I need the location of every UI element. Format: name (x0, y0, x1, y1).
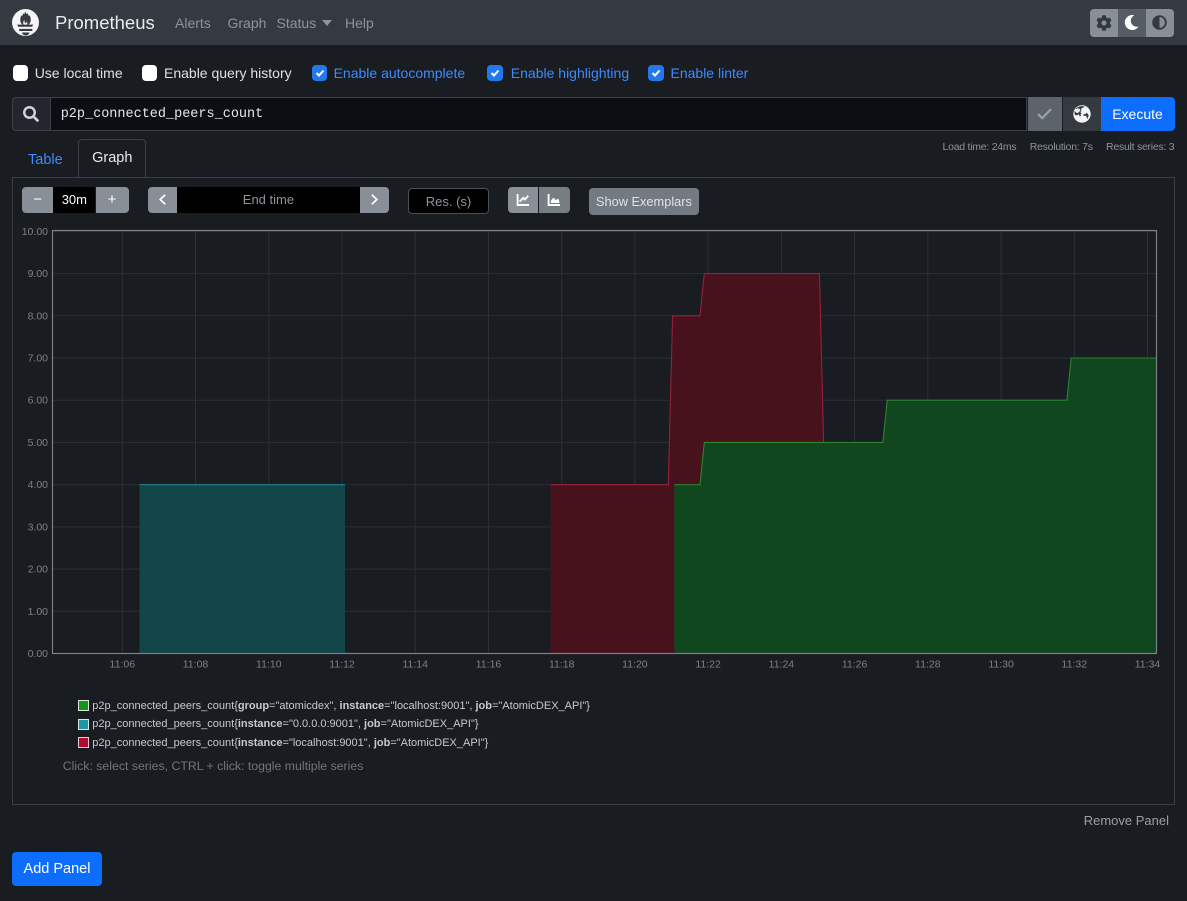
svg-text:5.00: 5.00 (28, 437, 49, 449)
svg-text:11:16: 11:16 (476, 659, 502, 671)
svg-text:11:14: 11:14 (402, 659, 428, 671)
svg-text:11:24: 11:24 (769, 659, 795, 671)
svg-text:11:06: 11:06 (110, 659, 136, 671)
svg-text:4.00: 4.00 (28, 479, 49, 491)
svg-text:11:10: 11:10 (256, 659, 282, 671)
svg-text:9.00: 9.00 (28, 268, 49, 280)
svg-text:0.00: 0.00 (28, 648, 49, 660)
svg-text:11:26: 11:26 (842, 659, 868, 671)
svg-text:11:20: 11:20 (622, 659, 648, 671)
svg-text:1.00: 1.00 (28, 606, 49, 618)
svg-text:11:18: 11:18 (549, 659, 575, 671)
svg-text:10.00: 10.00 (22, 226, 48, 238)
svg-text:11:30: 11:30 (988, 659, 1014, 671)
svg-text:7.00: 7.00 (28, 353, 49, 365)
svg-text:3.00: 3.00 (28, 521, 49, 533)
svg-text:11:28: 11:28 (915, 659, 941, 671)
svg-text:8.00: 8.00 (28, 310, 49, 322)
svg-text:11:32: 11:32 (1062, 659, 1088, 671)
svg-text:11:22: 11:22 (695, 659, 721, 671)
svg-text:2.00: 2.00 (28, 564, 49, 576)
svg-text:11:12: 11:12 (329, 659, 355, 671)
svg-text:6.00: 6.00 (28, 395, 49, 407)
svg-text:11:08: 11:08 (183, 659, 209, 671)
svg-text:11:34: 11:34 (1135, 659, 1161, 671)
